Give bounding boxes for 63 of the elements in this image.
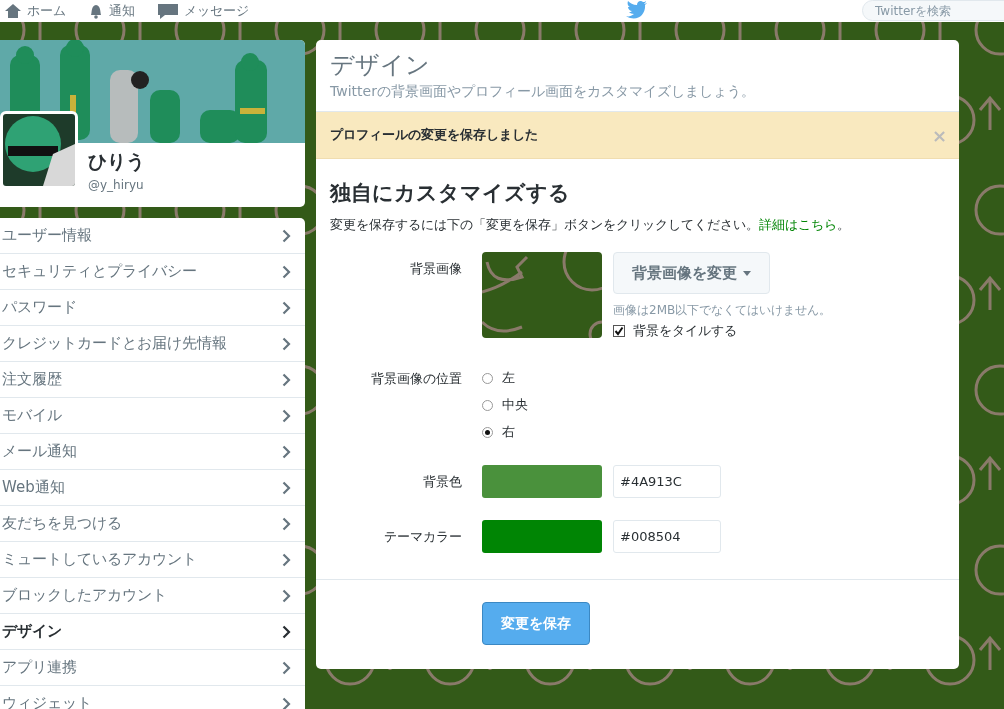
field-label: 背景画像の位置 [370,370,462,388]
profile-handle: @y_hiryu [88,178,144,192]
nav-link[interactable]: メッセージ [157,2,249,20]
size-note: 画像は2MB以下でなくてはいけません。 [613,302,832,319]
menu-item[interactable]: パスワード [0,290,305,326]
panel-title: デザイン [330,50,431,81]
chevron-icon [282,552,291,567]
field-label: 背景色 [422,472,462,491]
field-label: テーマカラー [383,527,462,546]
menu-item[interactable]: デザイン [0,614,305,650]
nav-link[interactable]: 通知 [88,2,135,20]
message-icon [157,3,179,19]
avatar[interactable] [0,111,78,189]
chevron-icon [282,696,291,709]
chevron-icon [282,660,291,675]
menu-item[interactable]: アプリ連携 [0,650,305,686]
details-link[interactable]: 詳細はこちら [759,217,837,232]
radio-button[interactable] [482,372,493,384]
change-background-button[interactable]: 背景画像を変更 [613,252,770,294]
menu-item[interactable]: 注文履歴 [0,362,305,398]
field-label: 背景画像 [409,260,462,278]
menu-item[interactable]: クレジットカードとお届け先情報 [0,326,305,362]
chevron-icon [282,588,291,603]
chevron-icon [282,336,291,351]
menu-item[interactable]: ブロックしたアカウント [0,578,305,614]
home-icon [4,3,22,19]
chevron-icon [282,480,291,495]
chevron-icon [282,516,291,531]
radio-label: 左 [502,369,515,387]
bell-icon [88,3,104,19]
menu-item[interactable]: 友だちを見つける [0,506,305,542]
chevron-icon [282,372,291,387]
menu-item[interactable]: ミュートしているアカウント [0,542,305,578]
alert-text: プロフィールの変更を保存しました [330,126,538,144]
chevron-icon [282,624,291,639]
description: 変更を保存するには下の「変更を保存」ボタンをクリックしてください。詳細はこちら。 [330,217,851,234]
color-input[interactable]: #008504 [613,520,721,553]
chevron-icon [282,300,291,315]
chevron-icon [282,228,291,243]
color-swatch[interactable] [482,520,602,553]
radio-button[interactable] [482,399,493,411]
nav-link[interactable]: ホーム [4,2,66,20]
chevron-icon [282,408,291,423]
checkbox[interactable] [613,325,625,337]
color-swatch[interactable] [482,465,602,498]
menu-item[interactable]: Web通知 [0,470,305,506]
panel-subtitle: Twitterの背景画面やプロフィール画面をカスタマイズしましょう。 [330,83,756,101]
chevron-icon [282,264,291,279]
radio-label: 右 [502,423,515,441]
section-heading: 独自にカスタマイズする [330,180,571,207]
checkbox-label: 背景をタイルする [633,322,737,340]
chevron-icon [282,444,291,459]
bird-icon[interactable] [626,1,648,19]
search-field[interactable]: Twitterを検索 [862,0,1004,21]
caret-icon [743,270,751,276]
menu-item[interactable]: メール通知 [0,434,305,470]
menu-item[interactable]: ユーザー情報 [0,218,305,254]
color-input[interactable]: #4A913C [613,465,721,498]
menu-item[interactable]: モバイル [0,398,305,434]
menu-item[interactable]: セキュリティとプライバシー [0,254,305,290]
profile-name[interactable]: ひりう [88,149,145,175]
radio-label: 中央 [502,396,528,414]
radio-button[interactable] [482,426,493,438]
